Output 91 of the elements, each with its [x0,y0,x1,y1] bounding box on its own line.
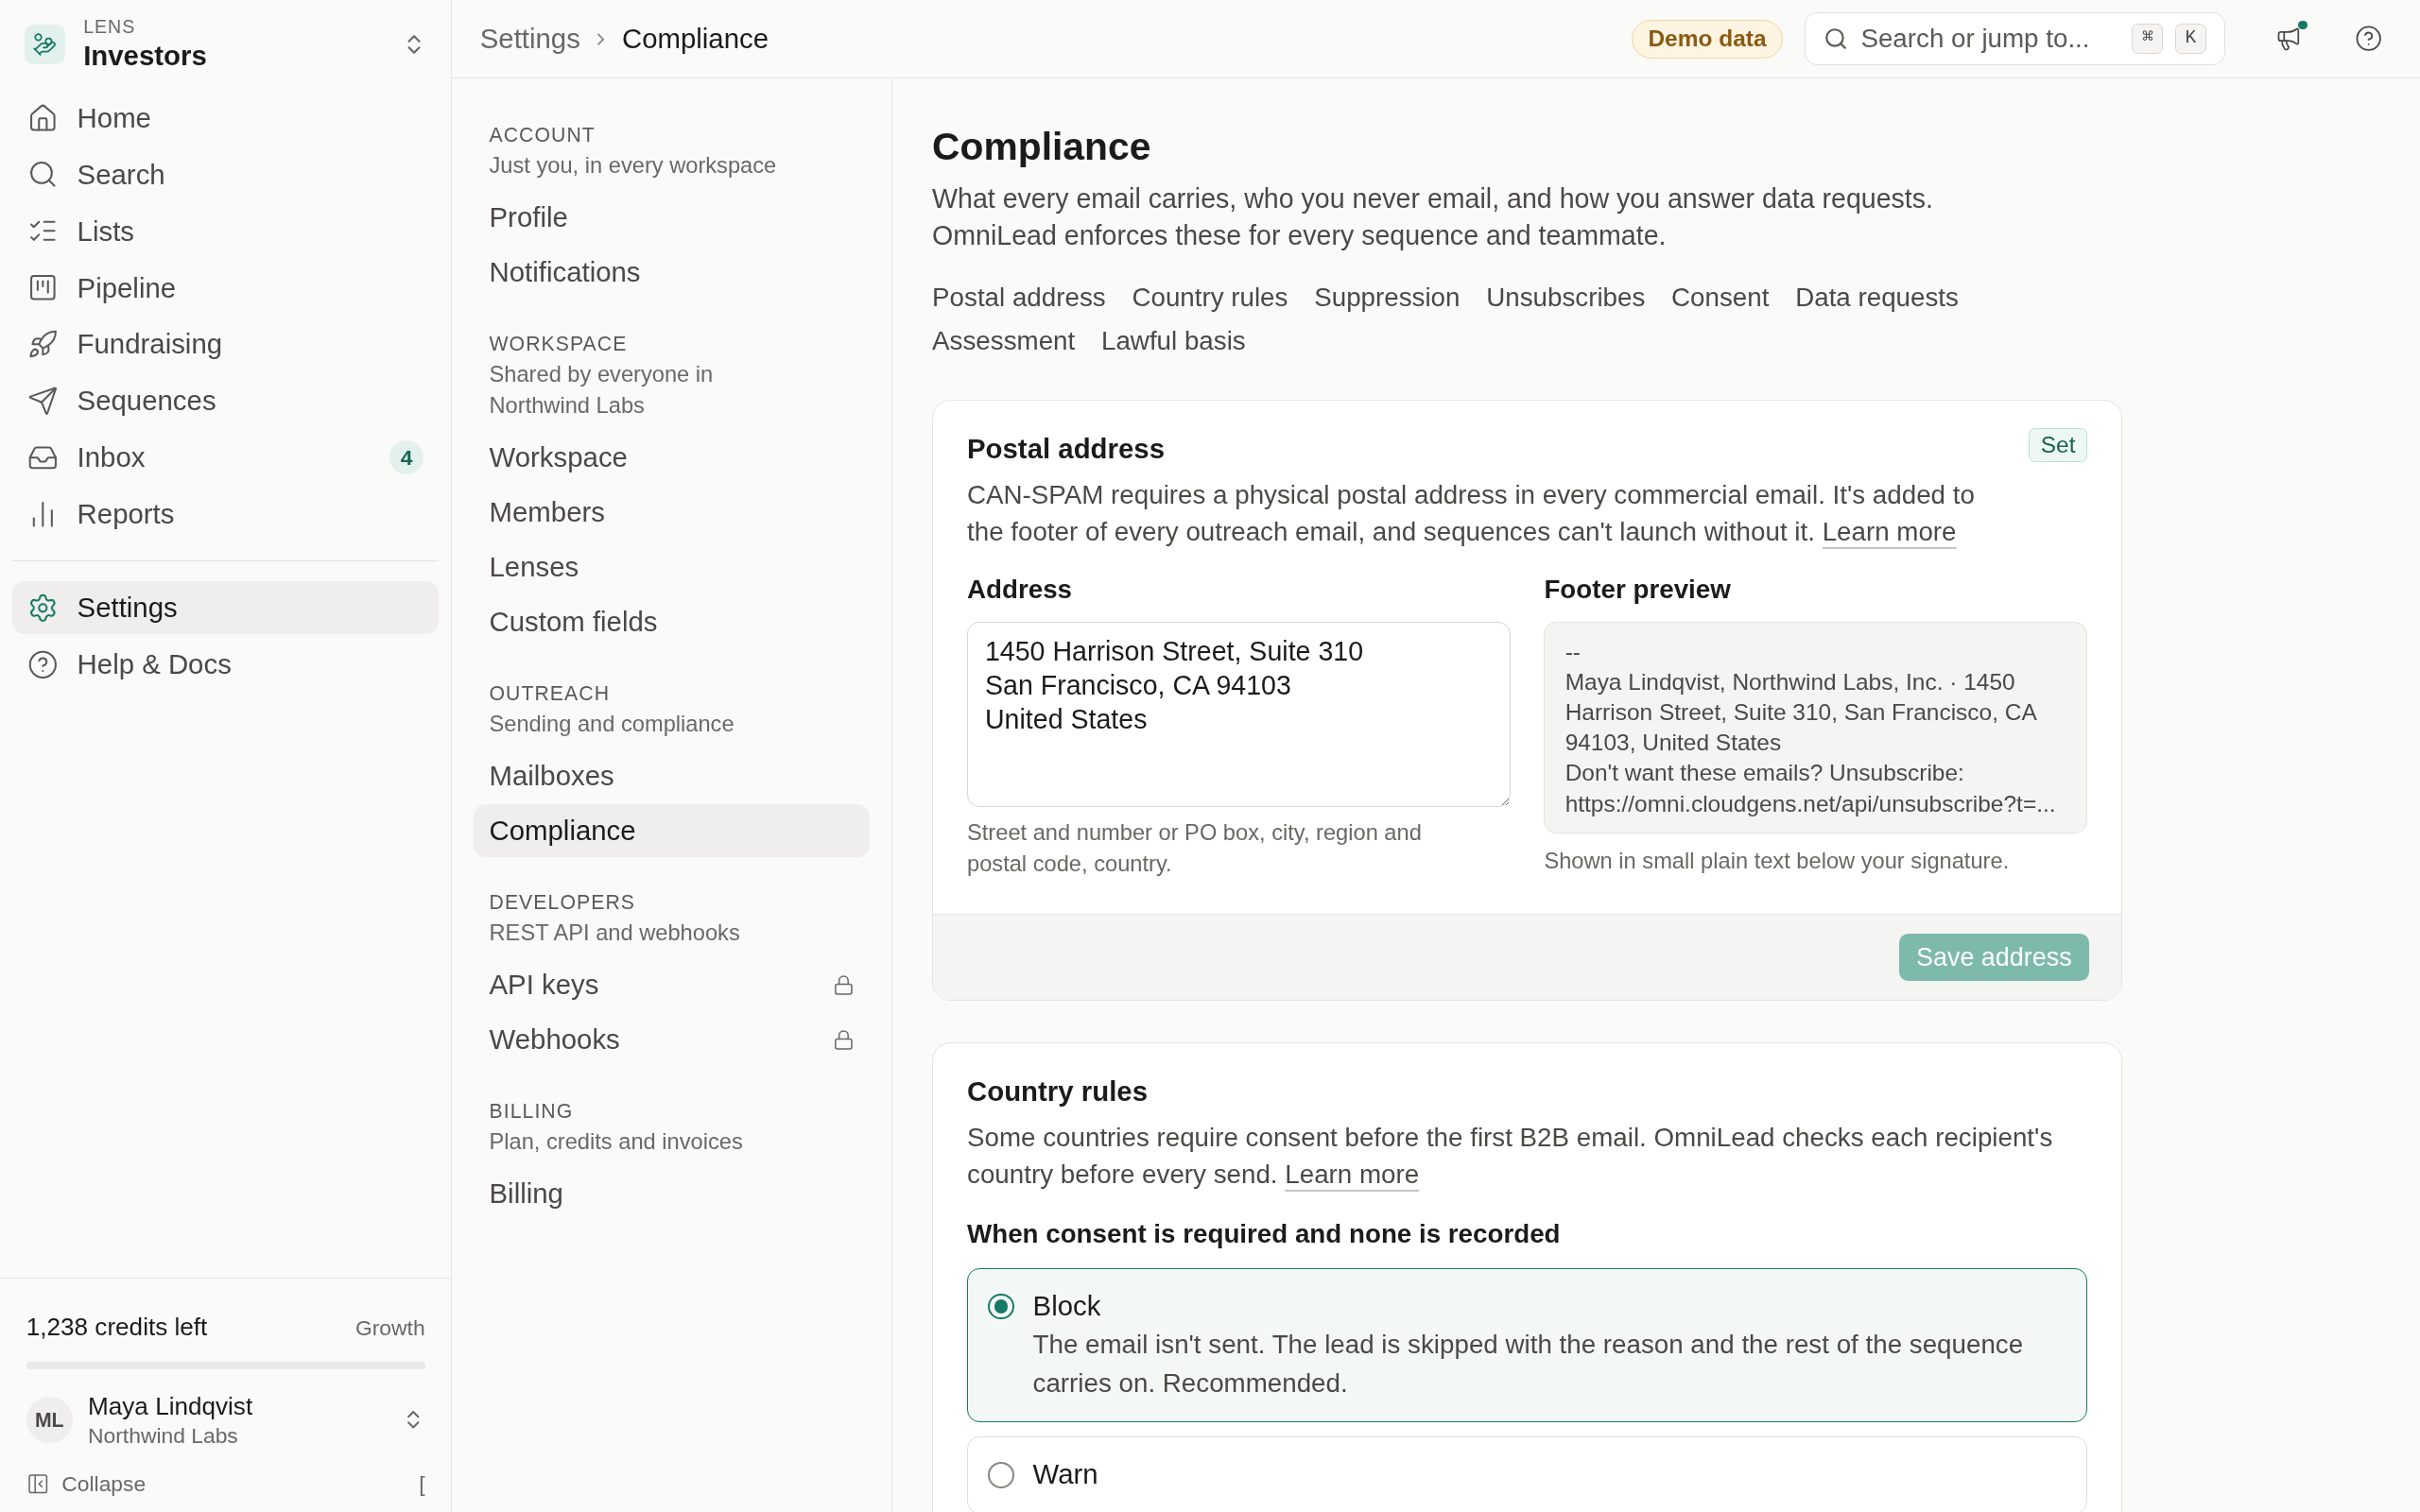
section-link[interactable]: Postal address [932,281,1106,316]
nav-item[interactable]: Search [12,148,440,201]
section-link[interactable]: Assessment [932,323,1076,358]
radio-button[interactable] [988,1293,1014,1320]
option-label: Block [1032,1289,1102,1324]
group-title: OUTREACH [488,681,612,707]
credits-text: 1,238 credits left [26,1312,208,1344]
sidebar-collapse-icon[interactable] [26,1471,50,1496]
search-field[interactable]: Search or jump to... [1860,19,2120,59]
group-title: BILLING [488,1099,575,1125]
user-name: Maya Lindqvist [88,1390,254,1422]
board-icon [27,272,59,303]
nav-item[interactable]: Pipeline [12,261,440,315]
settings-nav-item[interactable]: Workspace [474,431,870,484]
group-subtitle: Just you, in every workspace [488,152,778,180]
nav-item[interactable]: Settings [12,581,440,634]
avatar: ML [26,1397,73,1443]
nav-item[interactable]: Help & Docs [12,638,440,691]
search-icon [1824,26,1849,52]
settings-nav-item[interactable]: Webhooks [474,1013,870,1066]
search-bar[interactable]: Search or jump to... ⌘ K [1804,12,2226,65]
workspace-name: Investors [83,38,208,73]
nav-item[interactable]: Inbox 4 [12,431,440,485]
radio-button[interactable] [988,1461,1014,1488]
group-subtitle: Plan, credits and invoices [488,1128,744,1157]
section-link[interactable]: Country rules [1132,281,1288,316]
field-hint: Street and number or PO box, city, region and postal code, country. [967,819,1423,879]
preview-line: Don't want these emails? Unsubscribe: https://omni.cloudgens.net/api/unsubscribe?t=... [1564,759,2057,818]
option-description: The email isn't sent. The lead is skipped with the reason and the rest of the sequence carries on. Recommended. [1032,1329,2025,1400]
field-label: Address [967,574,1074,607]
settings-nav-item[interactable]: Members [474,486,870,539]
hand-coins-icon [32,31,58,57]
page-description: What every email carries, who you never email, and how you answer data requests. OmniLead enforces these for every sequence and teammate. [932,182,1934,253]
address-field[interactable]: 1450 Harrison Street, Suite 310 San Francisco, CA 94103 United States [967,622,1511,807]
nav-item[interactable]: Fundraising [12,318,440,371]
preview-line: -- [1564,637,1582,666]
user-org: Northwind Labs [88,1421,239,1450]
count-badge: 4 [389,440,424,475]
option-label: Warn [1032,1457,1098,1492]
group-subtitle: REST API and webhooks [488,919,741,948]
radio-option[interactable]: Warn [967,1435,2087,1512]
settings-nav-item[interactable]: Profile [474,191,870,244]
paper-plane-icon [27,386,59,417]
breadcrumb-item: Compliance [621,22,769,57]
section-link[interactable]: Data requests [1795,281,1959,316]
status-badge: Set [2029,428,2087,463]
keyboard-key: K [2175,23,2206,55]
radio-option[interactable]: Block The email isn't sent. The lead is skipped with the reason and the rest of the sequence carries on. Recommended. [967,1267,2087,1423]
question-label: When consent is required and none is recorded [967,1218,1562,1251]
rocket-icon [27,329,59,360]
card-description: CAN-SPAM requires a physical postal address in every commercial email. It's added to the footer of every outreach email, and sequences can't launch without it. Learn more [967,478,1976,548]
group-subtitle: Sending and compliance [488,711,735,738]
card-title: Country rules [967,1074,1149,1109]
plan-name: Growth [354,1314,425,1342]
page-title: Compliance [932,123,1152,170]
settings-nav-item[interactable]: Mailboxes [474,749,870,802]
section-link[interactable]: Unsubscribes [1486,281,1646,316]
card-description: Some countries require consent before the first B2B email. OmniLead checks each recipient's country before every send. Learn more [967,1122,2054,1192]
group-title: WORKSPACE [488,332,629,357]
field-hint: Shown in small plain text below your signature. [1544,848,2011,876]
home-icon [27,102,59,134]
nav-item[interactable]: Sequences [12,374,440,428]
demo-badge: Demo data [1632,19,1783,59]
workspace-label: LENS [83,15,137,39]
help-icon [27,648,59,680]
settings-nav-item[interactable]: API keys [474,958,870,1011]
settings-icon [27,592,59,624]
breadcrumb-item[interactable]: Settings [479,18,580,60]
group-title: ACCOUNT [488,123,596,148]
keyboard-key: ⌘ [2132,23,2164,55]
field-label: Footer preview [1544,574,1732,607]
nav-item[interactable]: Reports [12,488,440,541]
settings-nav-item[interactable]: Custom fields [474,595,870,648]
settings-nav-item[interactable]: Compliance [474,804,870,857]
learn-more-link[interactable]: Learn more [1822,516,1957,546]
group-subtitle: Shared by everyone in Northwind Labs [488,361,715,420]
settings-nav-item[interactable]: Lenses [474,541,870,593]
group-title: DEVELOPERS [488,890,636,916]
settings-nav-item[interactable]: Billing [474,1167,870,1221]
nav-item[interactable]: Lists [12,204,440,258]
nav-item[interactable]: Home [12,92,440,145]
section-link[interactable]: Suppression [1314,281,1461,316]
learn-more-link[interactable]: Learn more [1285,1160,1420,1190]
help-icon[interactable] [2355,25,2383,53]
shortcut-key: [ [419,1467,425,1500]
card-title: Postal address [967,432,1165,467]
collapse-link[interactable]: Collapse [61,1467,407,1500]
settings-nav-item[interactable]: Notifications [474,246,870,299]
section-link[interactable]: Consent [1671,281,1770,316]
preview-line: Maya Lindqvist, Northwind Labs, Inc. · 1450 Harrison Street, Suite 310, San Francisco, CA 94103, United States [1564,667,2037,758]
section-link[interactable]: Lawful basis [1101,323,1246,358]
